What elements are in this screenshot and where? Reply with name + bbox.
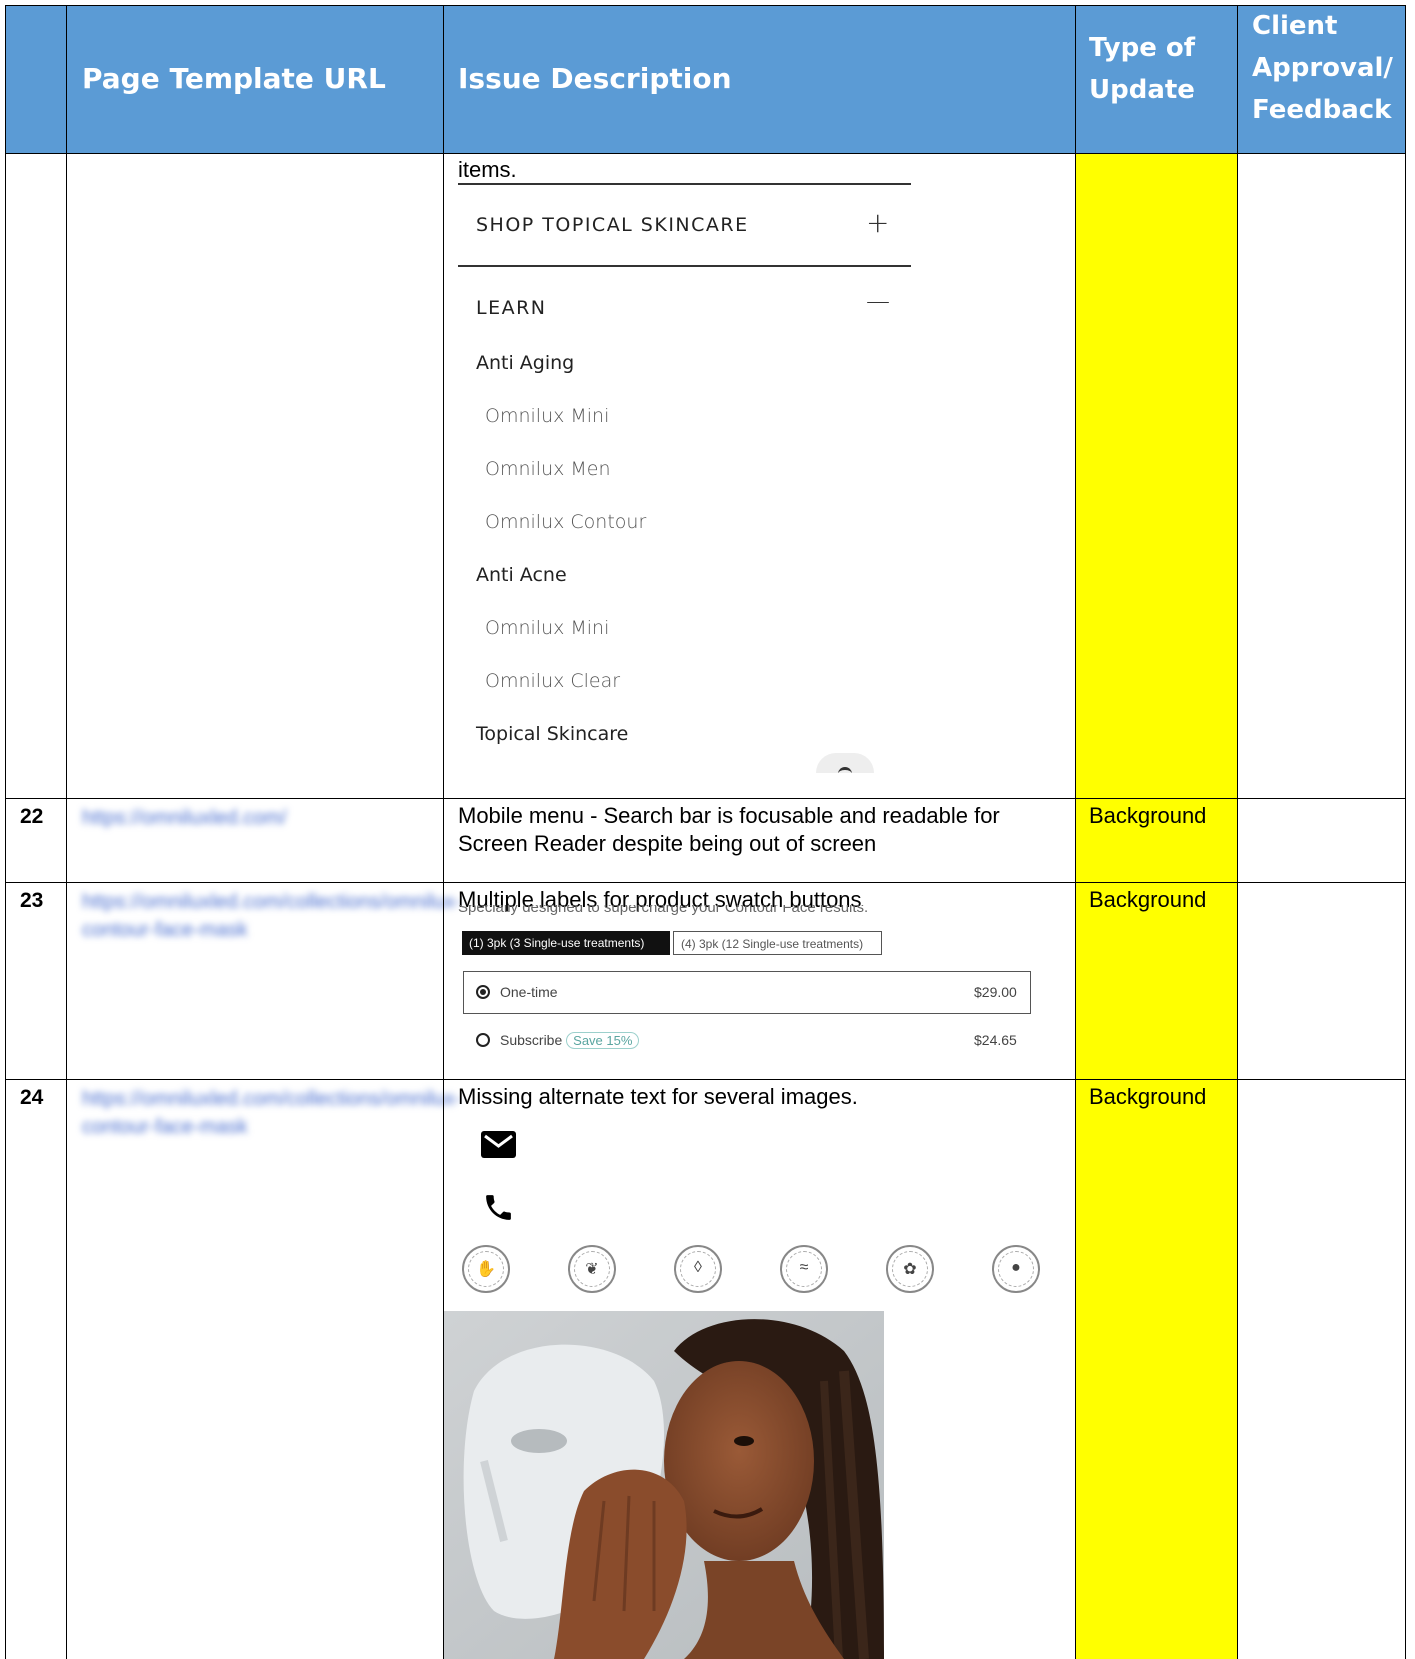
page-url-link[interactable]: https://omniluxled.com/ [82, 804, 422, 832]
issue-text-continued: items. [458, 157, 517, 182]
issue-description: Missing alternate text for several image… [458, 1084, 858, 1109]
table-border [5, 5, 6, 1659]
menu-shop-topical-skincare[interactable]: SHOP TOPICAL SKINCARE [476, 214, 749, 236]
badge-hands-icon: ✋ [462, 1245, 510, 1293]
table-border [5, 5, 1406, 6]
scroll-top-button[interactable] [816, 753, 874, 773]
table-border [5, 798, 1406, 799]
menu-item-omnilux-clear[interactable]: Omnilux Clear [485, 670, 620, 692]
menu-item-omnilux-mini[interactable]: Omnilux Mini [485, 617, 609, 639]
subscribe-price: $24.65 [974, 1032, 1017, 1048]
table-border [66, 5, 67, 1659]
table-border [5, 1079, 1406, 1080]
header-type-of-update: Type of Update [1089, 27, 1195, 111]
header-client-line1: Client [1252, 11, 1338, 41]
table-border [5, 882, 1406, 883]
header-type-line2: Update [1089, 75, 1195, 105]
one-time-label: One-time [500, 984, 558, 1000]
row-number: 23 [20, 889, 44, 912]
type-of-update: Background [1089, 1084, 1207, 1110]
type-of-update: Background [1089, 803, 1207, 829]
header-client-line2: Approval/ [1252, 53, 1393, 83]
subscribe-label: Subscribe Save 15% [500, 1032, 640, 1049]
swatch-cut-text: Specially designed to supercharge your C… [458, 905, 869, 916]
badge-bunny-icon: ✿ [886, 1245, 934, 1293]
badge-water-icon: ≈ [780, 1245, 828, 1293]
plus-icon[interactable]: + [866, 206, 889, 239]
badge-drop-icon: ◊ [674, 1245, 722, 1293]
table-border [1075, 5, 1076, 1659]
swatch-screenshot: Specially designed to supercharge your C… [458, 905, 1036, 1052]
phone-icon [486, 1195, 511, 1220]
badge-leaf-icon: ❦ [568, 1245, 616, 1293]
save-badge: Save 15% [566, 1032, 640, 1049]
type-of-update: Background [1089, 887, 1207, 913]
radio-subscribe[interactable] [476, 1033, 490, 1047]
radio-one-time[interactable] [476, 985, 490, 999]
row-number: 24 [20, 1086, 44, 1109]
mail-icon [481, 1131, 516, 1158]
menu-category-topical-skincare[interactable]: Topical Skincare [476, 723, 628, 745]
minus-icon[interactable]: — [866, 287, 890, 315]
menu-item-omnilux-contour[interactable]: Omnilux Contour [485, 511, 646, 533]
table-border [5, 153, 1406, 154]
menu-item-omnilux-men[interactable]: Omnilux Men [485, 458, 611, 480]
page-url-link[interactable]: https://omniluxled.com/collections/omnil… [82, 888, 461, 944]
swatch-option-inactive[interactable]: (4) 3pk (12 Single-use treatments) [673, 931, 882, 955]
subscribe-text: Subscribe [500, 1032, 563, 1048]
header-client-approval: Client Approval/ Feedback [1252, 5, 1393, 131]
menu-divider [458, 183, 911, 185]
issue-description: Mobile menu - Search bar is focusable an… [458, 803, 1000, 856]
menu-learn[interactable]: LEARN [476, 297, 547, 319]
page-url-link[interactable]: https://omniluxled.com/collections/omnil… [82, 1085, 461, 1141]
swatch-option-active[interactable]: (1) 3pk (3 Single-use treatments) [462, 931, 670, 955]
menu-category-anti-aging[interactable]: Anti Aging [476, 352, 574, 374]
header-issue-description: Issue Description [458, 62, 732, 95]
row-number: 22 [20, 805, 44, 828]
one-time-price: $29.00 [974, 984, 1017, 1000]
menu-category-anti-acne[interactable]: Anti Acne [476, 564, 567, 586]
header-page-template-url: Page Template URL [82, 62, 386, 95]
product-photo [444, 1311, 884, 1659]
header-type-line1: Type of [1089, 33, 1196, 63]
menu-divider [458, 265, 911, 267]
badge-flame-icon: ● [992, 1245, 1040, 1293]
menu-item-omnilux-mini[interactable]: Omnilux Mini [485, 405, 609, 427]
table-border [1237, 5, 1238, 1659]
table-border [1405, 5, 1406, 1659]
table-border [443, 5, 444, 1659]
header-client-line3: Feedback [1252, 95, 1392, 125]
